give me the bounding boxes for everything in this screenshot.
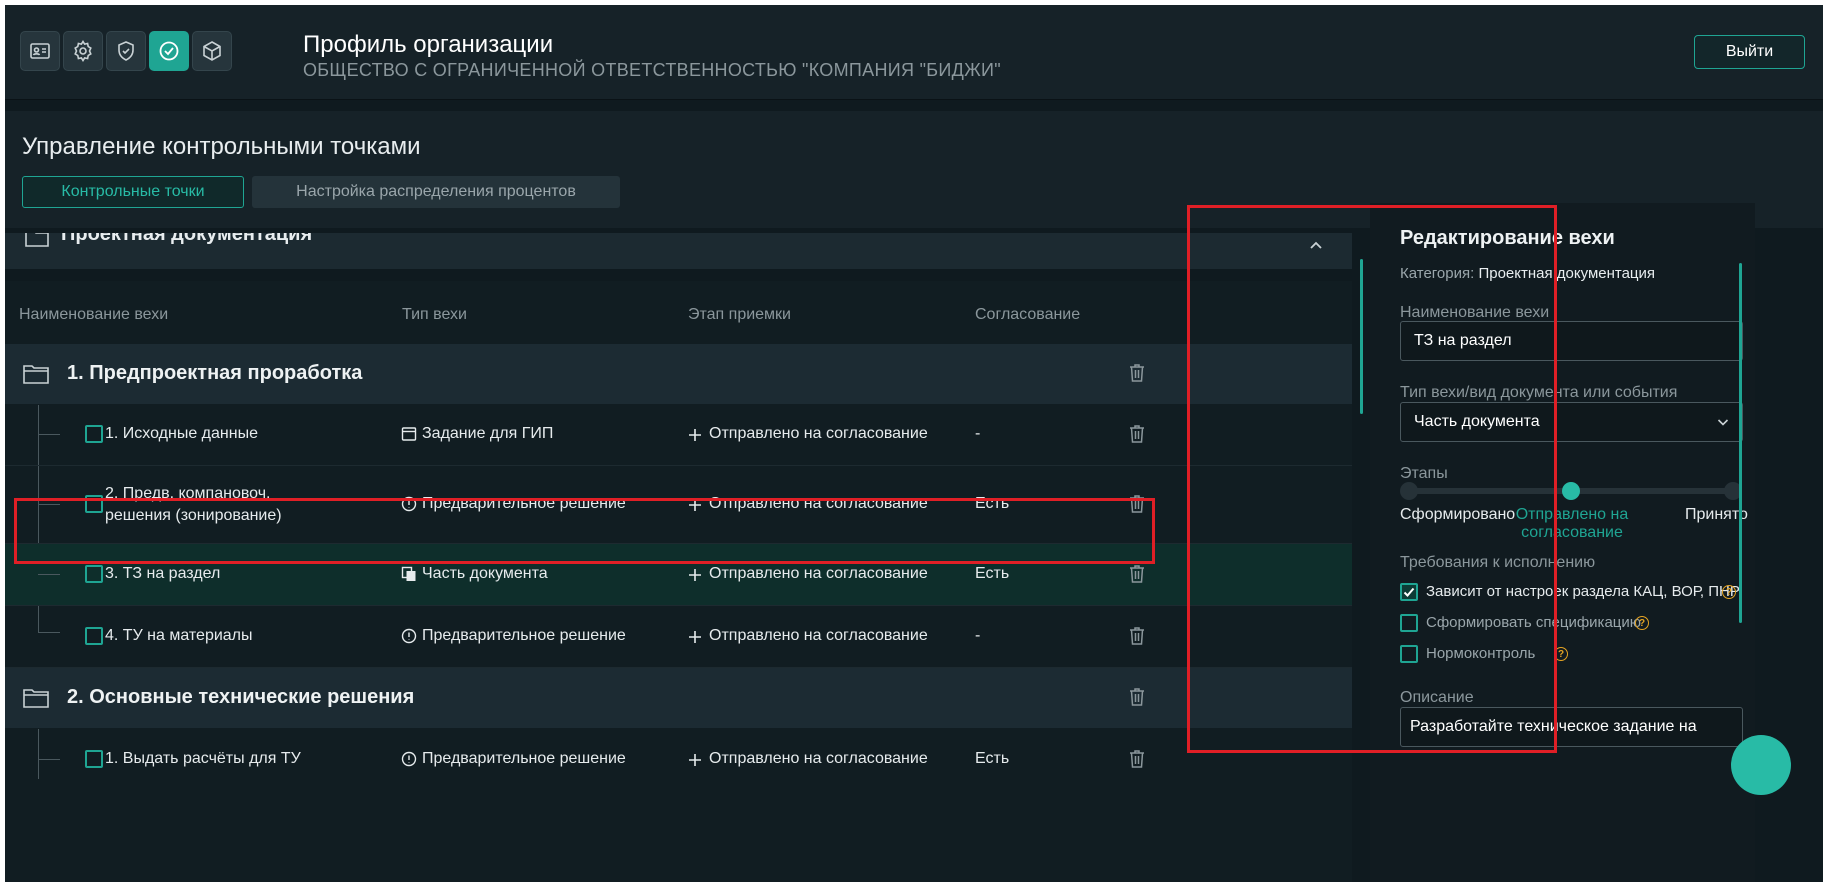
row-checkbox[interactable]	[85, 750, 103, 768]
category-header[interactable]: Проектная документация	[5, 233, 1352, 269]
row-checkbox[interactable]	[85, 425, 103, 443]
send-icon	[689, 754, 701, 766]
organization-title: Профиль организации	[303, 31, 554, 58]
help-icon[interactable]: ?	[1722, 585, 1736, 599]
highlight-selected-row	[14, 498, 1155, 564]
tree-branch	[38, 574, 60, 575]
table-row[interactable]: 1. Выдать расчёты для ТУ Предварительное…	[5, 729, 1352, 791]
tree-branch	[38, 632, 60, 633]
alert-circle-icon	[401, 751, 417, 767]
row-approval: Есть	[975, 565, 1010, 582]
column-header-name: Наименование вехи	[19, 306, 169, 323]
row-approval: -	[975, 627, 981, 644]
documents-icon	[401, 566, 416, 581]
folder-icon	[23, 689, 49, 708]
row-approval: Есть	[975, 750, 1010, 767]
column-header-type: Тип вехи	[402, 306, 467, 323]
stage-dot-sent[interactable]	[1562, 482, 1580, 500]
trash-icon[interactable]	[1128, 564, 1146, 584]
column-header-approval: Согласование	[975, 306, 1081, 323]
page-title: Управление контрольными точками	[22, 133, 421, 160]
category-title: Проектная документация	[61, 233, 313, 245]
row-type: Предварительное решение	[422, 627, 626, 644]
exit-button[interactable]: Выйти	[1694, 35, 1805, 69]
row-type: Часть документа	[422, 565, 548, 582]
trash-icon[interactable]	[1128, 424, 1146, 444]
trash-icon[interactable]	[1128, 626, 1146, 646]
shield-check-icon[interactable]	[106, 31, 146, 71]
row-stage: Отправлено на согласование	[709, 750, 928, 767]
gear-icon[interactable]	[63, 31, 103, 71]
window-icon	[401, 427, 417, 441]
chevron-down-icon	[1717, 419, 1729, 426]
table-row[interactable]: 1. Исходные данные Задание для ГИП Отпра…	[5, 404, 1352, 466]
row-stage: Отправлено на согласование	[709, 425, 928, 442]
group-row[interactable]: 2. Основные технические решения	[5, 668, 1352, 728]
tree-branch	[38, 434, 60, 435]
group-label: 2. Основные технические решения	[67, 686, 415, 708]
row-type: Задание для ГИП	[422, 425, 554, 442]
group-label: 1. Предпроектная проработка	[67, 362, 363, 384]
row-type: Предварительное решение	[422, 750, 626, 767]
row-name: 1. Выдать расчёты для ТУ	[105, 750, 301, 767]
highlight-editor-panel	[1187, 205, 1557, 753]
folder-icon	[25, 233, 49, 247]
tab-percent-distribution[interactable]: Настройка распределения процентов	[252, 176, 620, 208]
row-stage: Отправлено на согласование	[709, 565, 928, 582]
column-header-stage: Этап приемки	[688, 306, 791, 323]
check-circle-icon[interactable]	[149, 31, 189, 71]
help-icon[interactable]: ?	[1635, 616, 1649, 630]
trash-icon[interactable]	[1128, 749, 1146, 769]
tree-branch	[38, 759, 60, 760]
stage-label-accepted: Принято	[1685, 506, 1748, 523]
milestones-table: Наименование вехи Тип вехи Этап приемки …	[5, 281, 1352, 882]
send-icon	[689, 569, 701, 581]
send-icon	[689, 429, 701, 441]
send-icon	[689, 631, 701, 643]
editor-scrollbar[interactable]	[1739, 263, 1742, 623]
organization-name: ОБЩЕСТВО С ОГРАНИЧЕННОЙ ОТВЕТСТВЕННОСТЬЮ…	[303, 60, 1001, 80]
cube-icon[interactable]	[192, 31, 232, 71]
id-card-icon[interactable]	[20, 31, 60, 71]
row-checkbox[interactable]	[85, 565, 103, 583]
trash-icon[interactable]	[1128, 363, 1146, 383]
row-name: 1. Исходные данные	[105, 425, 258, 442]
row-approval: -	[975, 425, 981, 442]
group-row[interactable]: 1. Предпроектная проработка	[5, 344, 1352, 404]
table-row[interactable]: 4. ТУ на материалы Предварительное решен…	[5, 606, 1352, 668]
row-stage: Отправлено на согласование	[709, 627, 928, 644]
floating-action-button[interactable]	[1731, 735, 1791, 795]
trash-icon[interactable]	[1128, 687, 1146, 707]
row-name: 4. ТУ на материалы	[105, 627, 253, 644]
alert-circle-icon	[401, 628, 417, 644]
folder-icon	[23, 365, 49, 384]
tab-checkpoints[interactable]: Контрольные точки	[22, 176, 244, 208]
top-header: Профиль организации ОБЩЕСТВО С ОГРАНИЧЕН…	[5, 5, 1823, 100]
row-checkbox[interactable]	[85, 627, 103, 645]
row-name: 3. ТЗ на раздел	[105, 565, 221, 582]
